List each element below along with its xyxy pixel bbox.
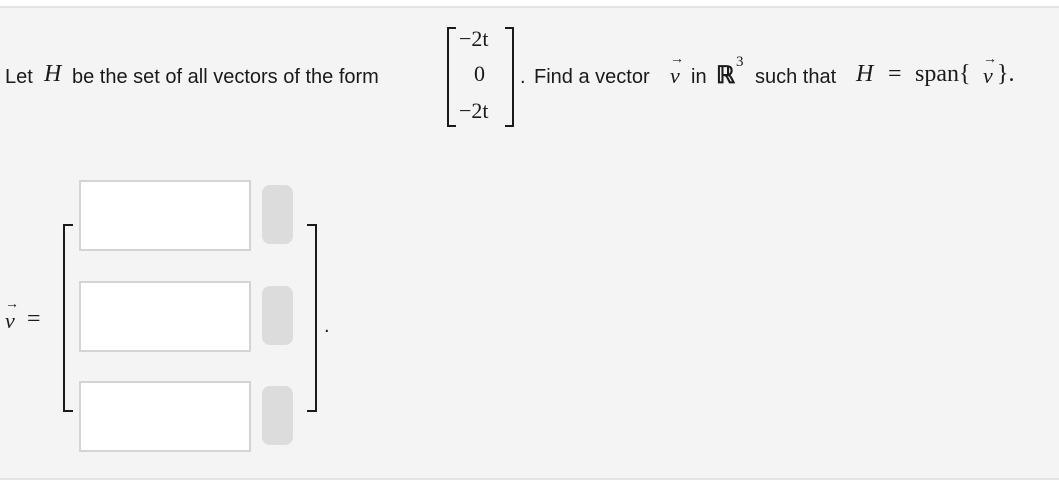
answer-matrix-right-bracket [307, 224, 317, 412]
answer-status-indicator-3 [262, 386, 293, 445]
span-open: span{ [915, 61, 971, 87]
form-entry-1: −2t [459, 26, 489, 51]
answer-matrix-left-bracket [63, 224, 73, 412]
such-that-text: such that [755, 66, 837, 88]
answer-v-label: → v [5, 297, 19, 333]
in-text: in [691, 66, 707, 88]
answer-trailing-period: . [324, 315, 330, 337]
answer-input-3[interactable] [79, 381, 251, 452]
form-matrix-left-bracket [447, 27, 456, 127]
form-entry-2: 0 [474, 61, 485, 86]
form-matrix-right-bracket [505, 27, 514, 127]
answer-input-1[interactable] [79, 180, 251, 251]
span-H-symbol: H [856, 61, 874, 87]
set-H-symbol: H [44, 61, 62, 87]
answer-status-indicator-1 [262, 185, 293, 244]
real-space-R-symbol: ℝ [716, 63, 736, 89]
span-v-symbol: → v [983, 52, 997, 88]
form-entry-3: −2t [459, 98, 489, 123]
answer-status-indicator-2 [262, 286, 293, 345]
intro-text-let: Let [5, 66, 33, 88]
real-space-exponent: 3 [736, 54, 744, 70]
question-panel: Let H be the set of all vectors of the f… [0, 6, 1059, 480]
equals-sign: = [888, 61, 902, 87]
vector-v-symbol: → v [670, 52, 684, 88]
answer-equals-sign: = [27, 306, 41, 332]
intro-text-form: be the set of all vectors of the form [72, 66, 379, 88]
span-close: }. [997, 61, 1015, 87]
find-text: Find a vector [534, 66, 650, 88]
answer-input-2[interactable] [79, 281, 251, 352]
period-after-matrix: . [520, 66, 526, 88]
